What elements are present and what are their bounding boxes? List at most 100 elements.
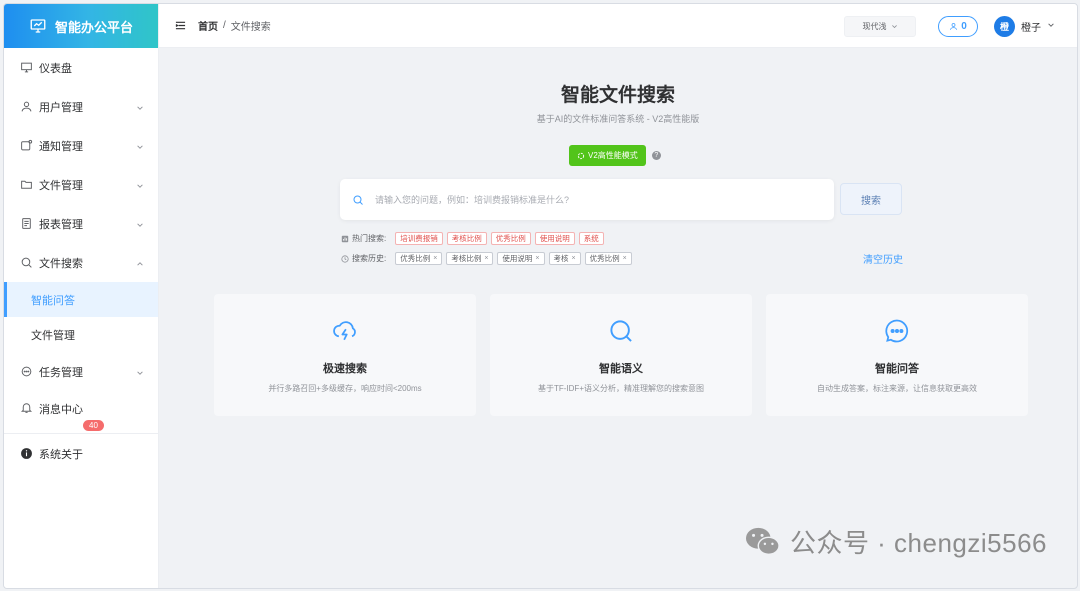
chevron-down-icon — [136, 142, 144, 150]
breadcrumb-home[interactable]: 首页 — [198, 18, 218, 33]
history-tag[interactable]: 优秀比例 × — [584, 252, 632, 265]
search-input[interactable] — [375, 194, 795, 205]
history-tag[interactable]: 使用说明 × — [497, 252, 545, 265]
search-history-label: 搜索历史: — [341, 253, 386, 264]
chart-icon — [341, 235, 349, 242]
feature-cards: 极速搜索 并行多路召回+多级缓存，响应时间<200ms 智能语义 基于TF-ID… — [214, 294, 1028, 416]
sidebar-item-about[interactable]: 系统关于 — [4, 434, 158, 473]
sidebar-item-label: 报表管理 — [39, 218, 83, 231]
user-name: 橙子 — [1021, 22, 1041, 34]
chevron-down-icon — [136, 181, 144, 189]
sidebar-menu: 仪表盘 用户管理 通知管理 文件管理 报表管理 文件搜索 智能问答 文件管理 任… — [4, 48, 158, 473]
clear-history-button[interactable]: 清空历史 — [863, 251, 903, 266]
feature-card-smart-qa: 智能问答 自动生成答案，标注来源，让信息获取更高效 — [766, 294, 1028, 416]
search-icon — [20, 256, 33, 269]
hot-search-label-text: 热门搜索: — [352, 234, 387, 243]
user-menu[interactable]: 橙 橙子 — [994, 15, 1055, 37]
chat-bubble-icon — [766, 317, 1028, 345]
help-icon[interactable]: ? — [651, 151, 661, 160]
watermark: 公众号 · chengzi5566 — [744, 523, 1047, 560]
message-count-badge: 40 — [83, 420, 104, 431]
sidebar: 智能办公平台 仪表盘 用户管理 通知管理 文件管理 报表管理 文件搜索 智能问答… — [4, 4, 159, 588]
brand-logo[interactable]: 智能办公平台 — [4, 4, 158, 48]
close-icon[interactable]: × — [623, 255, 627, 262]
search-history-label-text: 搜索历史: — [352, 254, 387, 263]
chevron-down-icon — [136, 368, 144, 376]
history-tag[interactable]: 考核比例 × — [446, 252, 494, 265]
breadcrumb-separator: / — [223, 20, 226, 31]
user-icon — [20, 100, 33, 113]
page-title: 智能文件搜索 — [560, 85, 675, 106]
bell-icon — [20, 401, 33, 414]
sidebar-item-dashboard[interactable]: 仪表盘 — [4, 48, 158, 87]
sidebar-item-label: 用户管理 — [39, 101, 83, 114]
chevron-down-icon — [136, 103, 144, 111]
history-tag-label: 优秀比例 — [400, 254, 431, 263]
history-tag-label: 使用说明 — [502, 254, 533, 263]
sidebar-item-label: 文件管理 — [39, 179, 83, 192]
sidebar-item-tasks[interactable]: 任务管理 — [4, 352, 158, 391]
history-tag-label: 考核 — [553, 254, 569, 263]
close-icon[interactable]: × — [535, 255, 539, 262]
hot-tag[interactable]: 优秀比例 — [490, 232, 531, 245]
history-tag-label: 优秀比例 — [589, 254, 620, 263]
mode-row: V2高性能模式 ? — [569, 145, 661, 166]
feature-card-fast-search: 极速搜索 并行多路召回+多级缓存，响应时间<200ms — [214, 294, 476, 416]
notification-count: 0 — [961, 20, 967, 32]
main-content: 智能文件搜索 基于AI的文件标准问答系统 - V2高性能版 V2高性能模式 ? … — [159, 49, 1077, 588]
sidebar-item-label: 系统关于 — [39, 448, 83, 461]
hot-search-row: 热门搜索: 培训费报销 考核比例 优秀比例 使用说明 系统 — [341, 232, 604, 245]
notification-icon — [20, 139, 33, 152]
history-tag-label: 考核比例 — [451, 254, 482, 263]
app-title: 智能办公平台 — [54, 19, 133, 35]
theme-select-value: 现代浅 — [862, 21, 887, 31]
sidebar-item-label: 通知管理 — [39, 140, 83, 153]
sidebar-item-notifications[interactable]: 通知管理 — [4, 126, 158, 165]
close-icon[interactable]: × — [433, 255, 437, 262]
history-tag[interactable]: 考核 × — [548, 252, 581, 265]
close-icon[interactable]: × — [484, 255, 488, 262]
history-tag[interactable]: 优秀比例 × — [395, 252, 443, 265]
sidebar-item-messages[interactable]: 消息中心 40 — [4, 391, 158, 433]
sidebar-subitem-smart-qa[interactable]: 智能问答 — [4, 282, 158, 317]
sidebar-item-files[interactable]: 文件管理 — [4, 165, 158, 204]
app-window: 智能办公平台 仪表盘 用户管理 通知管理 文件管理 报表管理 文件搜索 智能问答… — [3, 3, 1078, 589]
feature-card-desc: 并行多路召回+多级缓存，响应时间<200ms — [268, 384, 422, 393]
hot-tag[interactable]: 使用说明 — [534, 232, 575, 245]
chevron-down-icon — [136, 220, 144, 228]
sidebar-item-file-search[interactable]: 文件搜索 — [4, 243, 158, 282]
sidebar-subitem-label: 智能问答 — [31, 294, 75, 307]
feature-card-title: 智能问答 — [875, 363, 919, 375]
menu-toggle-icon[interactable] — [175, 20, 186, 31]
search-button[interactable]: 搜索 — [840, 183, 902, 215]
sidebar-subitem-file-management[interactable]: 文件管理 — [4, 317, 158, 352]
sidebar-item-users[interactable]: 用户管理 — [4, 87, 158, 126]
monitor-icon — [30, 19, 46, 33]
avatar: 橙 — [994, 15, 1015, 37]
watermark-text: 公众号 · chengzi5566 — [789, 528, 1047, 558]
sidebar-item-reports[interactable]: 报表管理 — [4, 204, 158, 243]
hot-tag[interactable]: 系统 — [578, 232, 604, 245]
feature-card-desc: 自动生成答案，标注来源，让信息获取更高效 — [817, 384, 977, 393]
hot-search-label: 热门搜索: — [341, 233, 386, 244]
page-subtitle: 基于AI的文件标准问答系统 - V2高性能版 — [536, 114, 700, 124]
wechat-icon — [745, 527, 780, 555]
theme-select[interactable]: 现代浅 — [844, 15, 916, 37]
feature-card-title: 极速搜索 — [323, 363, 367, 375]
chevron-up-icon — [136, 259, 144, 267]
chevron-down-icon — [1047, 21, 1055, 32]
close-icon[interactable]: × — [572, 255, 576, 262]
search-history-row: 搜索历史: 优秀比例 × 考核比例 × 使用说明 × 考核 × 优秀比例 × — [341, 252, 632, 265]
top-header: 首页 / 文件搜索 现代浅 0 橙 橙子 — [159, 4, 1077, 48]
v2-mode-button[interactable]: V2高性能模式 — [569, 145, 646, 166]
sidebar-item-label: 仪表盘 — [39, 62, 72, 75]
feature-card-title: 智能语义 — [599, 363, 643, 375]
magnifier-icon — [490, 317, 752, 345]
sidebar-item-label: 任务管理 — [39, 366, 83, 379]
search-icon — [353, 195, 363, 205]
notification-button[interactable]: 0 — [938, 15, 978, 37]
report-icon — [20, 217, 33, 230]
hot-tag[interactable]: 考核比例 — [446, 232, 487, 245]
hot-tag[interactable]: 培训费报销 — [395, 232, 443, 245]
info-icon — [20, 447, 33, 460]
